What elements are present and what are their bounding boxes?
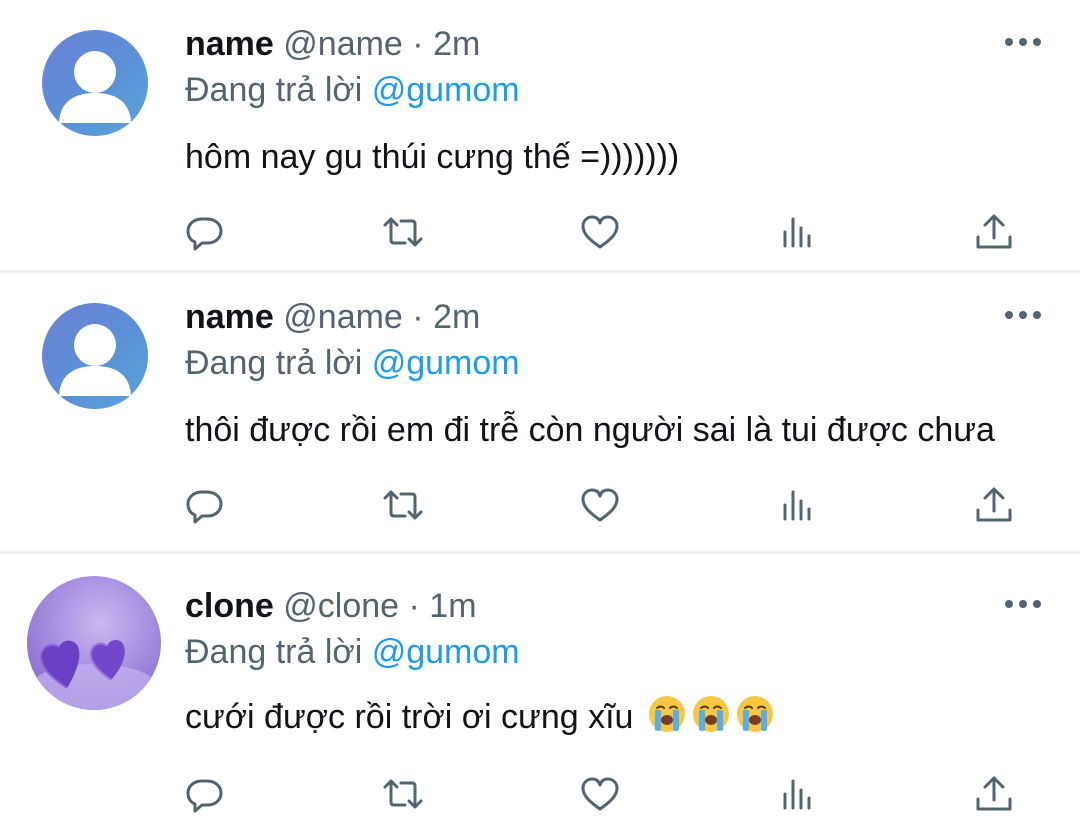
retweet-icon[interactable] [381,210,425,254]
handle[interactable]: @name [283,298,403,336]
tweet-actions [0,210,1080,254]
more-icon[interactable] [1005,36,1045,48]
mention-link[interactable]: @gumom [372,633,520,671]
separator: · [402,298,434,336]
share-icon[interactable] [972,772,1016,816]
loudly-crying-face-emoji-icon [648,696,685,732]
mention-link[interactable]: @gumom [372,71,520,109]
mention-link[interactable]: @gumom [372,344,520,382]
like-icon[interactable] [578,772,622,816]
views-icon[interactable] [775,210,819,254]
timestamp[interactable]: 2m [433,298,480,336]
display-name[interactable]: name [185,25,274,63]
tweet[interactable]: name @name · 2m Đang trả lời @gumom hôm … [0,0,1080,270]
more-icon[interactable] [1005,598,1045,610]
reply-feed: name @name · 2m Đang trả lời @gumom hôm … [0,0,1080,834]
replying-to: Đang trả lời @gumom [185,341,520,385]
reply-icon[interactable] [183,772,227,816]
avatar[interactable] [42,30,148,136]
avatar[interactable] [42,303,148,409]
tweet-header: name @name · 2m [185,295,480,339]
retweet-icon[interactable] [381,483,425,527]
default-profile-icon [59,324,131,396]
reply-icon[interactable] [183,483,227,527]
loudly-crying-face-emoji-icon [692,696,729,732]
default-profile-icon [59,51,131,123]
like-icon[interactable] [578,483,622,527]
display-name[interactable]: name [185,298,274,336]
tweet-text: cưới được rồi trời ơi cưng xĩu [185,694,775,740]
separator: · [402,25,434,63]
replying-to: Đang trả lời @gumom [185,68,520,112]
timestamp[interactable]: 2m [433,25,480,63]
avatar[interactable] [27,576,161,710]
timestamp[interactable]: 1m [429,587,476,625]
tweet-actions [0,772,1080,816]
purple-hearts-photo [27,640,161,710]
replying-to: Đang trả lời @gumom [185,630,520,674]
tweet-text: thôi được rồi em đi trễ còn người sai là… [185,411,995,449]
tweet-header: name @name · 2m [185,22,480,66]
tweet-header: clone @clone · 1m [185,584,477,628]
loudly-crying-face-emoji-icon [736,696,773,732]
emoji-group [643,696,775,736]
tweet-text: hôm nay gu thúi cưng thế =))))))) [185,138,680,176]
reply-prefix: Đang trả lời [185,71,372,109]
display-name[interactable]: clone [185,587,274,625]
more-icon[interactable] [1005,309,1045,321]
views-icon[interactable] [775,483,819,527]
handle[interactable]: @clone [283,587,399,625]
reply-icon[interactable] [183,210,227,254]
reply-prefix: Đang trả lời [185,633,372,671]
reply-prefix: Đang trả lời [185,344,372,382]
share-icon[interactable] [972,483,1016,527]
handle[interactable]: @name [283,25,403,63]
like-icon[interactable] [578,210,622,254]
tweet-actions [0,483,1080,527]
share-icon[interactable] [972,210,1016,254]
views-icon[interactable] [775,772,819,816]
tweet-text-content: cưới được rồi trời ơi cưng xĩu [185,698,634,736]
retweet-icon[interactable] [381,772,425,816]
tweet[interactable]: name @name · 2m Đang trả lời @gumom thôi… [0,273,1080,551]
separator: · [399,587,430,625]
tweet[interactable]: clone @clone · 1m Đang trả lời @gumom cư… [0,554,1080,834]
